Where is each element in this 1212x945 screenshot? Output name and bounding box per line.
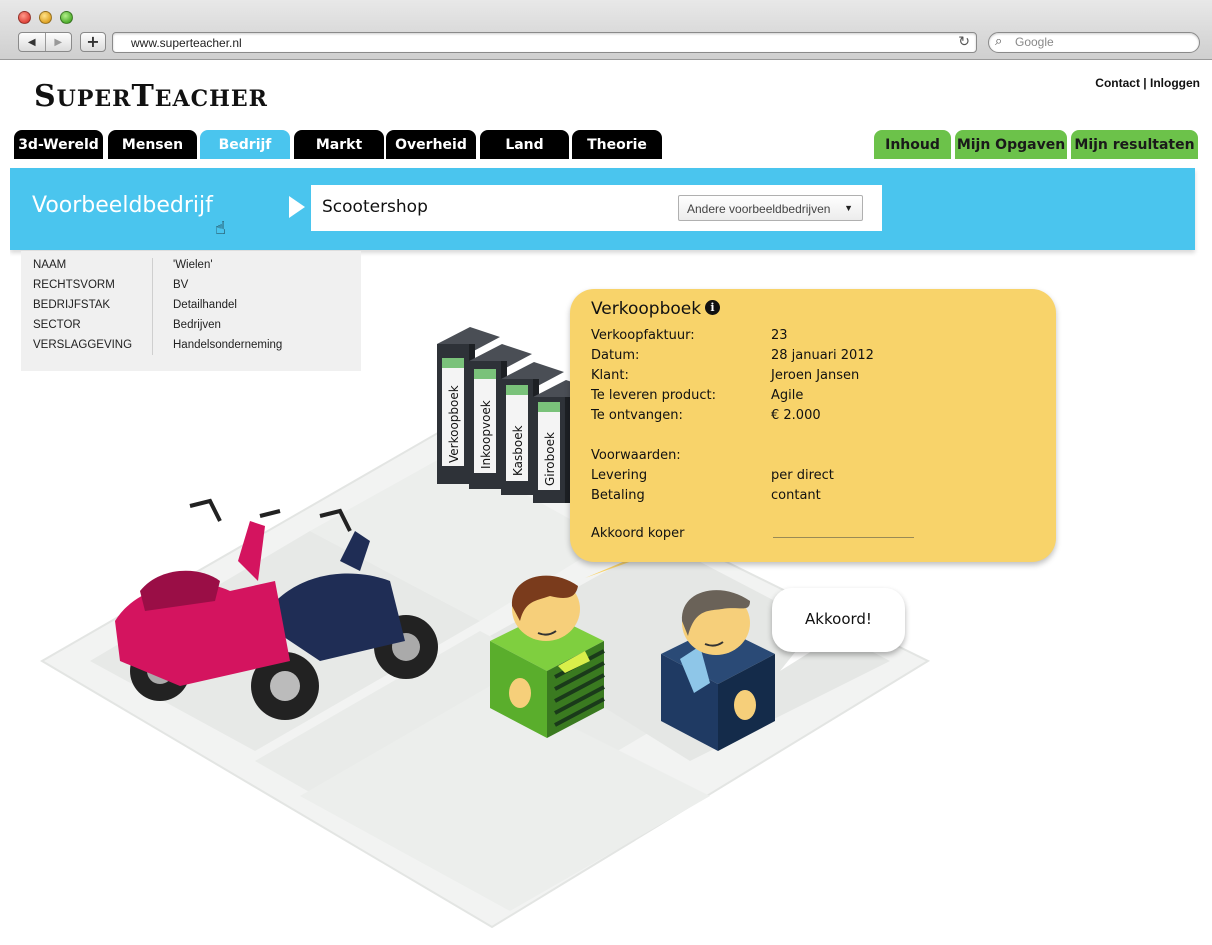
reload-icon[interactable]: ↻ xyxy=(958,34,970,50)
tab-bedrijf[interactable]: Bedrijf xyxy=(200,130,290,159)
receipt-title: Verkoopboek xyxy=(591,299,702,319)
back-forward-buttons: ◀ ▶ xyxy=(18,32,72,52)
url-text[interactable]: www.superteacher.nl xyxy=(131,36,242,50)
dropdown-selected: Andere voorbeeldbedrijven xyxy=(687,202,831,216)
search-icon: ⌕ xyxy=(995,34,1003,49)
login-link[interactable]: Inloggen xyxy=(1150,76,1200,90)
company-dropdown[interactable]: Andere voorbeeldbedrijven ▼ xyxy=(678,195,863,221)
sign-label: Akkoord koper xyxy=(591,526,685,541)
browser-window: ◀ ▶ + www.superteacher.nl ↻ ⌕ Google Ver… xyxy=(0,0,1212,945)
browser-toolbar: ◀ ▶ + www.superteacher.nl ↻ ⌕ xyxy=(0,0,1212,60)
company-header-bar: Voorbeeldbedrijf ☝ Scootershop Andere vo… xyxy=(10,168,1195,250)
binder-label: Verkoopboek xyxy=(447,385,461,463)
web-page: Verkoopboek Inkoopvoek Kasboek Giroboek … xyxy=(10,61,1210,945)
binder-label: Kasboek xyxy=(511,425,525,476)
tab-mensen[interactable]: Mensen xyxy=(108,130,197,159)
top-links: Contact | Inloggen xyxy=(1095,76,1200,90)
info-label: VERSLAGGEVING xyxy=(33,339,133,351)
tab-3d-wereld[interactable]: 3d-Wereld xyxy=(14,130,103,159)
minimize-window-button[interactable] xyxy=(39,11,52,24)
binder-label: Inkoopvoek xyxy=(479,400,493,469)
link-separator: | xyxy=(1143,76,1147,90)
receipt-value: 23 xyxy=(771,328,788,343)
add-bookmark-button[interactable]: + xyxy=(80,32,106,52)
site-logo[interactable]: SUPERTEACHER xyxy=(34,79,268,114)
binder-label: Giroboek xyxy=(543,432,557,486)
company-box: Scootershop Andere voorbeeldbedrijven ▼ xyxy=(311,185,882,231)
info-value: Handelsonderneming xyxy=(173,339,283,351)
info-labels: NAAM RECHTSVORM BEDRIJFSTAK SECTOR VERSL… xyxy=(33,258,153,355)
play-arrow-icon xyxy=(289,196,305,218)
info-label: SECTOR xyxy=(33,319,81,331)
info-label: BEDRIJFSTAK xyxy=(33,299,111,311)
info-value: Bedrijven xyxy=(173,319,221,331)
receipt-value: 28 januari 2012 xyxy=(771,348,874,363)
info-icon[interactable]: i xyxy=(705,300,720,315)
tab-inhoud[interactable]: Inhoud xyxy=(874,130,951,159)
sales-receipt-bubble: Verkoopboek i Verkoopfaktuur: 23 Datum: … xyxy=(570,289,1056,562)
receipt-label: Datum: xyxy=(591,348,640,363)
contact-link[interactable]: Contact xyxy=(1095,76,1140,90)
receipt-label: Klant: xyxy=(591,368,629,383)
zoom-window-button[interactable] xyxy=(60,11,73,24)
tab-overheid[interactable]: Overheid xyxy=(386,130,476,159)
info-label: RECHTSVORM xyxy=(33,279,115,291)
tab-mijn-opgaven[interactable]: Mijn Opgaven xyxy=(955,130,1067,159)
tab-land[interactable]: Land xyxy=(480,130,569,159)
logo-letter: S xyxy=(34,79,57,114)
receipt-label: Betaling xyxy=(591,488,645,503)
tab-markt[interactable]: Markt xyxy=(294,130,384,159)
receipt-label: Te ontvangen: xyxy=(591,408,683,423)
receipt-value: Agile xyxy=(771,388,804,403)
signature-line xyxy=(773,537,914,538)
logo-letter: T xyxy=(131,79,155,114)
receipt-label: Te leveren product: xyxy=(591,388,716,403)
close-window-button[interactable] xyxy=(18,11,31,24)
receipt-value: per direct xyxy=(771,468,834,483)
tab-mijn-resultaten[interactable]: Mijn resultaten xyxy=(1071,130,1198,159)
search-input[interactable] xyxy=(1015,35,1190,49)
hand-cursor-icon: ☝ xyxy=(215,218,226,239)
search-field[interactable]: ⌕ xyxy=(988,32,1200,53)
info-value: Detailhandel xyxy=(173,299,237,311)
info-value: 'Wielen' xyxy=(173,259,213,271)
logo-letters: UPER xyxy=(56,86,132,112)
info-value: BV xyxy=(173,279,189,291)
company-name: Scootershop xyxy=(322,197,428,217)
info-label: NAAM xyxy=(33,259,67,271)
address-bar[interactable]: www.superteacher.nl ↻ xyxy=(112,32,977,53)
chevron-down-icon: ▼ xyxy=(844,203,853,213)
receipt-label: Verkoopfaktuur: xyxy=(591,328,695,343)
info-values: 'Wielen' BV Detailhandel Bedrijven Hande… xyxy=(173,258,282,358)
section-title: Voorbeeldbedrijf xyxy=(32,193,213,218)
receipt-value: € 2.000 xyxy=(771,408,821,423)
speech-text: Akkoord! xyxy=(805,610,872,628)
terms-header: Voorwaarden: xyxy=(591,448,681,463)
back-icon[interactable]: ◀ xyxy=(19,33,45,51)
logo-letters: EACHER xyxy=(154,86,268,112)
company-info-panel: NAAM RECHTSVORM BEDRIJFSTAK SECTOR VERSL… xyxy=(21,251,361,371)
speech-bubble: Akkoord! xyxy=(772,588,905,652)
receipt-label: Levering xyxy=(591,468,648,483)
tab-theorie[interactable]: Theorie xyxy=(572,130,662,159)
forward-icon[interactable]: ▶ xyxy=(44,33,72,51)
receipt-value: Jeroen Jansen xyxy=(771,368,860,383)
receipt-value: contant xyxy=(771,488,821,503)
